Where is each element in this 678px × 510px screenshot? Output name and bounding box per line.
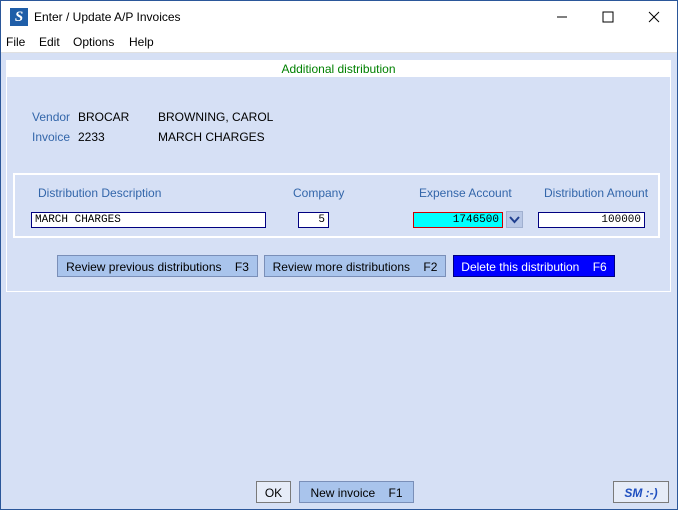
account-dropdown-button[interactable]	[506, 211, 523, 228]
vendor-name: BROWNING, CAROL	[158, 110, 274, 124]
review-more-label: Review more distributions	[272, 260, 411, 274]
col-head-description: Distribution Description	[38, 186, 162, 200]
invoice-description: MARCH CHARGES	[158, 130, 265, 144]
vendor-label: Vendor	[32, 110, 71, 124]
minimize-icon	[557, 16, 567, 18]
menu-help[interactable]: Help	[129, 35, 154, 49]
review-previous-label: Review previous distributions	[66, 260, 222, 274]
col-head-amount: Distribution Amount	[544, 186, 649, 200]
vendor-code: BROCAR	[78, 110, 130, 124]
ok-button[interactable]: OK	[256, 481, 291, 503]
invoice-number: 2233	[78, 130, 105, 144]
minimize-button[interactable]	[539, 1, 585, 33]
panel-header: Additional distribution	[7, 61, 670, 77]
close-icon	[648, 11, 660, 23]
app-logo-icon: S	[10, 8, 28, 26]
maximize-icon	[602, 11, 614, 23]
review-previous-button[interactable]: Review previous distributions F3	[57, 255, 258, 277]
delete-distribution-button[interactable]: Delete this distribution F6	[453, 255, 615, 277]
review-previous-key: F3	[234, 260, 249, 274]
menu-bar: File Edit Options Help	[1, 33, 677, 53]
close-button[interactable]	[631, 1, 677, 33]
distribution-description-field[interactable]: MARCH CHARGES	[31, 212, 266, 228]
chevron-down-icon	[509, 216, 520, 224]
sm-logo-button[interactable]: SM :-)	[613, 481, 669, 503]
distribution-amount-field[interactable]: 100000	[538, 212, 645, 228]
app-window: S Enter / Update A/P Invoices File Edit …	[0, 0, 678, 510]
col-head-company: Company	[293, 186, 345, 200]
company-field[interactable]: 5	[298, 212, 329, 228]
col-head-account: Expense Account	[419, 186, 512, 200]
review-more-button[interactable]: Review more distributions F2	[264, 255, 446, 277]
delete-label: Delete this distribution	[461, 260, 580, 274]
window-title: Enter / Update A/P Invoices	[34, 10, 181, 24]
delete-key: F6	[592, 260, 607, 274]
expense-account-field[interactable]: 1746500	[413, 212, 503, 228]
title-bar: S Enter / Update A/P Invoices	[1, 1, 677, 33]
distribution-group	[13, 173, 660, 238]
maximize-button[interactable]	[585, 1, 631, 33]
menu-options[interactable]: Options	[73, 35, 114, 49]
invoice-label: Invoice	[32, 130, 71, 144]
menu-edit[interactable]: Edit	[39, 35, 60, 49]
new-invoice-label: New invoice	[310, 486, 376, 500]
review-more-key: F2	[423, 260, 438, 274]
new-invoice-key: F1	[388, 486, 403, 500]
menu-file[interactable]: File	[6, 35, 25, 49]
new-invoice-button[interactable]: New invoice F1	[299, 481, 414, 503]
